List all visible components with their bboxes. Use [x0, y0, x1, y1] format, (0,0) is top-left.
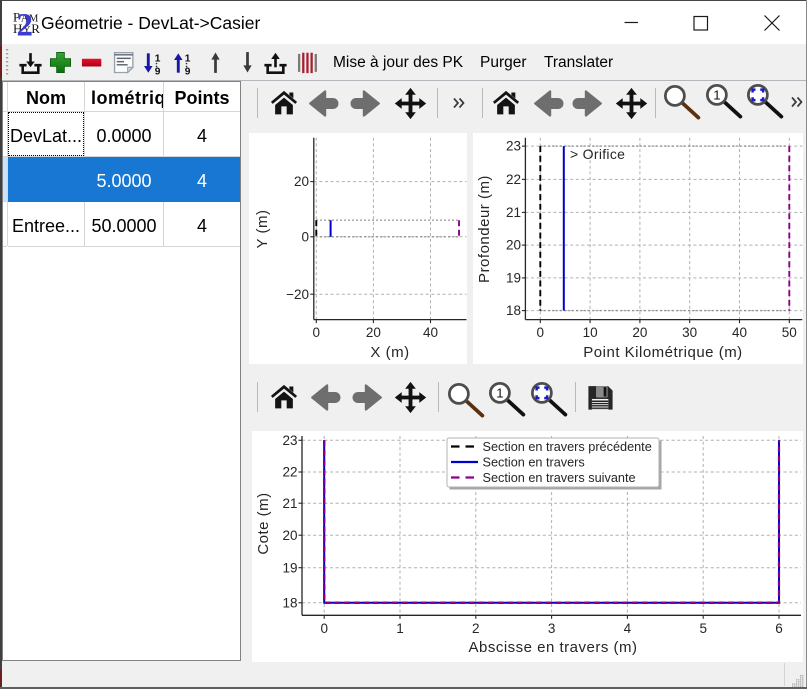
svg-text:Section en travers suivante: Section en travers suivante	[483, 471, 636, 485]
svg-text:0: 0	[320, 621, 328, 636]
svg-text:0: 0	[537, 325, 545, 340]
svg-text:2: 2	[472, 621, 480, 636]
svg-text:21: 21	[506, 205, 521, 220]
svg-text:Point Kilométrique (m): Point Kilométrique (m)	[583, 344, 742, 361]
svg-text:21: 21	[282, 496, 297, 511]
svg-text:40: 40	[732, 325, 747, 340]
svg-text:50: 50	[782, 325, 797, 340]
svg-text:23: 23	[282, 433, 297, 448]
svg-text:19: 19	[282, 560, 297, 575]
svg-text:20: 20	[282, 528, 297, 543]
svg-text:22: 22	[282, 465, 297, 480]
svg-text:6: 6	[775, 621, 783, 636]
svg-text:Profondeur (m): Profondeur (m)	[476, 175, 493, 283]
svg-text:4: 4	[624, 621, 632, 636]
svg-text:−20: −20	[286, 287, 309, 302]
svg-text:2: 2	[17, 8, 34, 44]
svg-text:40: 40	[423, 325, 438, 340]
svg-text:> Orifice: > Orifice	[570, 146, 625, 162]
svg-text:18: 18	[282, 595, 297, 610]
svg-text:20: 20	[366, 325, 381, 340]
svg-text:19: 19	[506, 271, 521, 286]
svg-text:Abscisse en travers (m): Abscisse en travers (m)	[468, 639, 637, 656]
svg-text:Section en travers: Section en travers	[483, 455, 585, 469]
svg-text:10: 10	[583, 325, 598, 340]
svg-text:23: 23	[506, 139, 521, 154]
svg-text:20: 20	[632, 325, 647, 340]
svg-text:5: 5	[699, 621, 707, 636]
svg-text:X (m): X (m)	[370, 344, 409, 361]
svg-text:20: 20	[506, 238, 521, 253]
svg-text:30: 30	[682, 325, 697, 340]
svg-text:20: 20	[294, 174, 309, 189]
svg-text:Section en travers précédente: Section en travers précédente	[483, 440, 652, 454]
svg-text:22: 22	[506, 172, 521, 187]
svg-text:Y (m): Y (m)	[254, 210, 271, 249]
svg-text:1: 1	[396, 621, 404, 636]
svg-text:0: 0	[313, 325, 321, 340]
svg-text:3: 3	[548, 621, 556, 636]
svg-text:18: 18	[506, 303, 521, 318]
svg-text:Cote (m): Cote (m)	[255, 492, 272, 554]
svg-text:0: 0	[301, 229, 309, 244]
